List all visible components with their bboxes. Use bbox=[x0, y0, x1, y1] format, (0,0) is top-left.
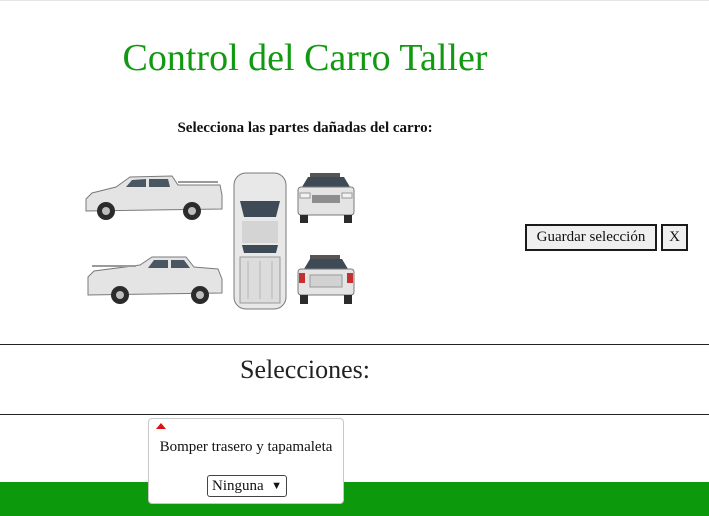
side-view-bottom-icon[interactable] bbox=[87, 256, 223, 304]
page-title: Control del Carro Taller bbox=[122, 37, 488, 79]
instruction-text: Selecciona las partes dañadas del carro: bbox=[177, 120, 433, 136]
divider-top bbox=[0, 344, 709, 345]
car-diagram-svg[interactable] bbox=[82, 165, 358, 313]
damage-select-value: Ninguna bbox=[212, 478, 264, 494]
page: Control del Carro Taller Selecciona las … bbox=[0, 0, 709, 516]
front-view-icon[interactable] bbox=[297, 173, 355, 223]
popup-arrow-icon bbox=[156, 423, 166, 429]
side-view-top-icon[interactable] bbox=[85, 175, 223, 220]
save-selection-button[interactable]: Guardar selección bbox=[525, 224, 657, 251]
part-popup: Bomper trasero y tapamaleta Ninguna ▼ bbox=[148, 418, 344, 504]
top-view-icon[interactable] bbox=[233, 172, 287, 310]
selections-heading: Selecciones: bbox=[240, 355, 370, 384]
chevron-down-icon: ▼ bbox=[271, 480, 282, 492]
close-button[interactable]: X bbox=[661, 224, 688, 251]
rear-view-icon[interactable] bbox=[297, 255, 355, 304]
car-diagram[interactable] bbox=[82, 165, 358, 313]
divider-bottom bbox=[0, 414, 709, 415]
damage-select[interactable]: Ninguna ▼ bbox=[207, 475, 287, 497]
footer-bar bbox=[0, 482, 709, 516]
part-label: Bomper trasero y tapamaleta bbox=[159, 439, 333, 455]
top-divider bbox=[0, 0, 709, 1]
